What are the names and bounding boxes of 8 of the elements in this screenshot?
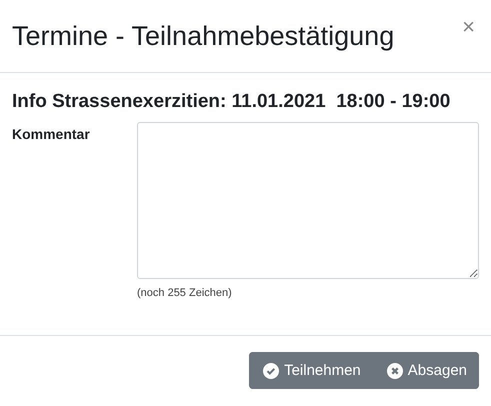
- dialog-title: Termine - Teilnahmebestätigung: [12, 20, 394, 52]
- check-circle-icon: [263, 362, 280, 378]
- character-count: (noch 255 Zeichen): [137, 287, 233, 299]
- event-heading: Info Strassenexerzitien: 11.01.2021 18:00 - 19:00: [12, 91, 452, 113]
- close-circle-icon: [386, 362, 403, 378]
- comment-field[interactable]: [137, 122, 479, 279]
- field-label: Kommentar: [12, 125, 91, 144]
- close-button[interactable]: ×: [462, 16, 475, 38]
